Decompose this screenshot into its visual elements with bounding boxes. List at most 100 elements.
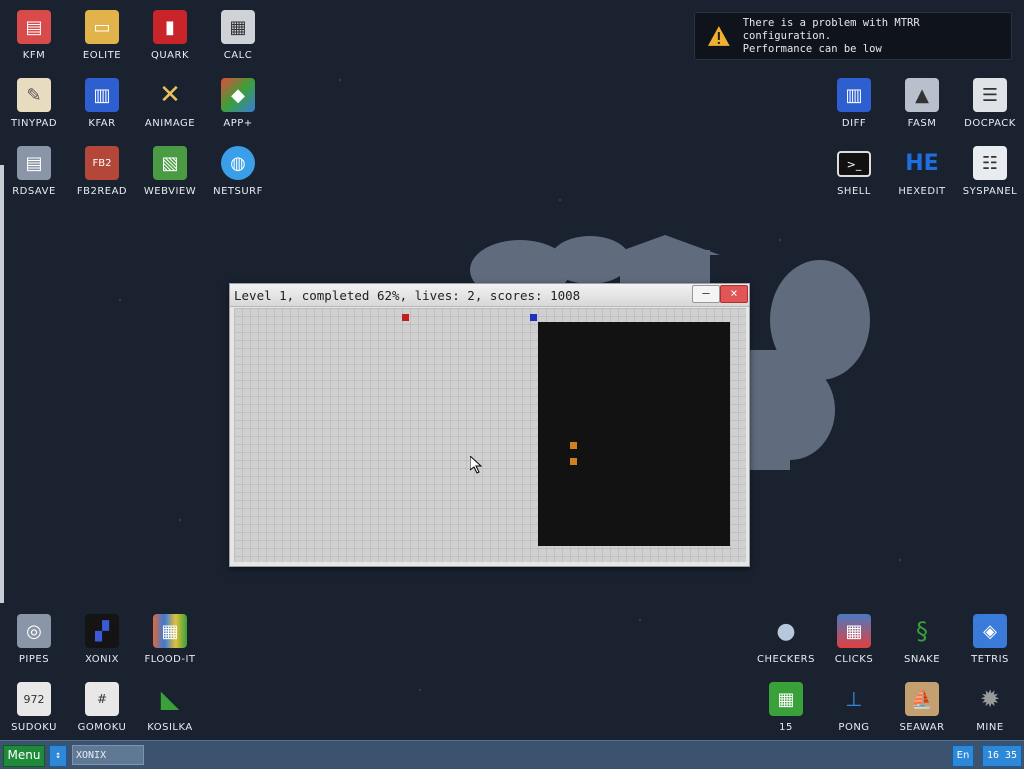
floppy-icon: ▤ (17, 10, 51, 44)
icon-label: CALC (223, 50, 253, 61)
fb2-book-icon: FB2 (85, 146, 119, 180)
icon-checkers[interactable]: ● CHECKERS (756, 610, 816, 674)
taskbar: Menu ↕ XONIX En 16 35 (0, 740, 1024, 769)
sudoku-icon: 972 (17, 682, 51, 716)
icon-kfm[interactable]: ▤ KFM (4, 6, 64, 70)
icon-clicks[interactable]: ▦ CLICKS (824, 610, 884, 674)
icon-netsurf[interactable]: ◍ NETSURF (208, 142, 268, 206)
icon-xonix[interactable]: ▞ XONIX (72, 610, 132, 674)
icon-shell[interactable]: >_ SHELL (824, 142, 884, 206)
menu-button[interactable]: Menu (3, 745, 45, 767)
switch-arrow-button[interactable]: ↕ (49, 745, 67, 767)
icon-label: NETSURF (213, 186, 263, 197)
captured-area (538, 322, 730, 546)
icon-mine[interactable]: ✹ MINE (960, 678, 1020, 742)
icon-animage[interactable]: ✕ ANIMAGE (140, 74, 200, 138)
close-button[interactable]: × (720, 285, 748, 303)
icon-label: CHECKERS (757, 654, 815, 665)
icon-label: 15 (779, 722, 793, 733)
tictactoe-icon: # (85, 682, 119, 716)
snake-icon: § (916, 617, 928, 645)
book-icon: ▮ (153, 10, 187, 44)
icon-pong[interactable]: ⊥ PONG (824, 678, 884, 742)
ship-icon: ⛵ (905, 682, 939, 716)
icon-docpack[interactable]: ☰ DOCPACK (960, 74, 1020, 138)
mouse-cursor-icon (470, 456, 482, 474)
sliders-icon: ☷ (973, 146, 1007, 180)
icon-syspanel[interactable]: ☷ SYSPANEL (960, 142, 1020, 206)
enemy-red (402, 314, 409, 321)
icon-label: PIPES (18, 654, 50, 665)
checkers-icon: ● (776, 618, 796, 644)
language-indicator[interactable]: En (952, 745, 974, 767)
icon-label: FB2READ (76, 186, 128, 197)
minimize-button[interactable]: – (692, 285, 720, 303)
icon-fb2read[interactable]: FB2 FB2READ (72, 142, 132, 206)
icon-label: ANIMAGE (144, 118, 196, 129)
icon-kfar[interactable]: ▥ KFAR (72, 74, 132, 138)
icon-pipes[interactable]: ◎ PIPES (4, 610, 64, 674)
icon-eolite[interactable]: ▭ EOLITE (72, 6, 132, 70)
icon-sudoku[interactable]: 972 SUDOKU (4, 678, 64, 742)
taskbar-item-xonix[interactable]: XONIX (72, 745, 144, 765)
icon-label: DIFF (841, 118, 867, 129)
icon-label: XONIX (85, 654, 119, 665)
tetris-cube-icon: ◈ (973, 614, 1007, 648)
notification-line-2: Performance can be low (742, 42, 882, 55)
pipes-icon: ◎ (17, 614, 51, 648)
terminal-icon: >_ (837, 151, 871, 177)
icon-calc[interactable]: ▦ CALC (208, 6, 268, 70)
player-marker (530, 314, 537, 321)
icon-15[interactable]: ▦ 15 (756, 678, 816, 742)
icon-snake[interactable]: § SNAKE (892, 610, 952, 674)
calculator-icon: ▦ (221, 10, 255, 44)
icon-webview[interactable]: ▧ WEBVIEW (140, 142, 200, 206)
game-field[interactable] (234, 308, 746, 562)
icon-label: TETRIS (971, 654, 1009, 665)
xonix-window[interactable]: Level 1, completed 62%, lives: 2, scores… (229, 283, 750, 567)
window-titlebar[interactable]: Level 1, completed 62%, lives: 2, scores… (230, 284, 749, 307)
notification-text: There is a problem with MTRR configurati… (743, 17, 1011, 56)
map-icon: ▧ (153, 146, 187, 180)
globe-icon: ◍ (221, 146, 255, 180)
icon-gomoku[interactable]: # GOMOKU (72, 678, 132, 742)
notification-toast[interactable]: There is a problem with MTRR configurati… (694, 12, 1012, 60)
icon-seawar[interactable]: ⛵ SEAWAR (892, 678, 952, 742)
icon-rdsave[interactable]: ▤ RDSAVE (4, 142, 64, 206)
drive-icon: ▤ (17, 146, 51, 180)
icon-label: HEXEDIT (898, 186, 946, 197)
icon-label: SUDOKU (11, 722, 57, 733)
icon-label: SHELL (837, 186, 871, 197)
icon-fasm[interactable]: ▲ FASM (892, 74, 952, 138)
clock[interactable]: 16 35 (982, 745, 1022, 767)
icon-label: FASM (907, 118, 937, 129)
icon-app-plus[interactable]: ◆ APP+ (208, 74, 268, 138)
icon-kosilka[interactable]: ◣ KOSILKA (140, 678, 200, 742)
icon-label: PONG (838, 722, 870, 733)
diff-icon: ▥ (837, 78, 871, 112)
icon-tetris[interactable]: ◈ TETRIS (960, 610, 1020, 674)
icon-label: KFM (22, 50, 46, 61)
icon-label: APP+ (223, 118, 253, 129)
icon-label: DOCPACK (964, 118, 1016, 129)
icon-diff[interactable]: ▥ DIFF (824, 74, 884, 138)
icon-label: SEAWAR (899, 722, 945, 733)
icon-label: CLICKS (834, 654, 874, 665)
icon-label: MINE (976, 722, 1004, 733)
icon-flood-it[interactable]: ▦ FLOOD-IT (140, 610, 200, 674)
icon-quark[interactable]: ▮ QUARK (140, 6, 200, 70)
icon-tinypad[interactable]: ✎ TINYPAD (4, 74, 64, 138)
icon-label: FLOOD-IT (144, 654, 196, 665)
hex-icon: HE (905, 150, 939, 176)
fifteen-grid-icon: ▦ (769, 682, 803, 716)
panels-icon: ▥ (85, 78, 119, 112)
cube-icon: ◆ (221, 78, 255, 112)
left-edge-panel (0, 165, 4, 603)
icon-label: KOSILKA (147, 722, 193, 733)
cabinet-icon: ☰ (973, 78, 1007, 112)
xonix-icon: ▞ (85, 614, 119, 648)
icon-hexedit[interactable]: HE HEXEDIT (892, 142, 952, 206)
icon-label: QUARK (150, 50, 190, 61)
folder-icon: ▭ (85, 10, 119, 44)
enemy-orange-1 (570, 442, 577, 449)
